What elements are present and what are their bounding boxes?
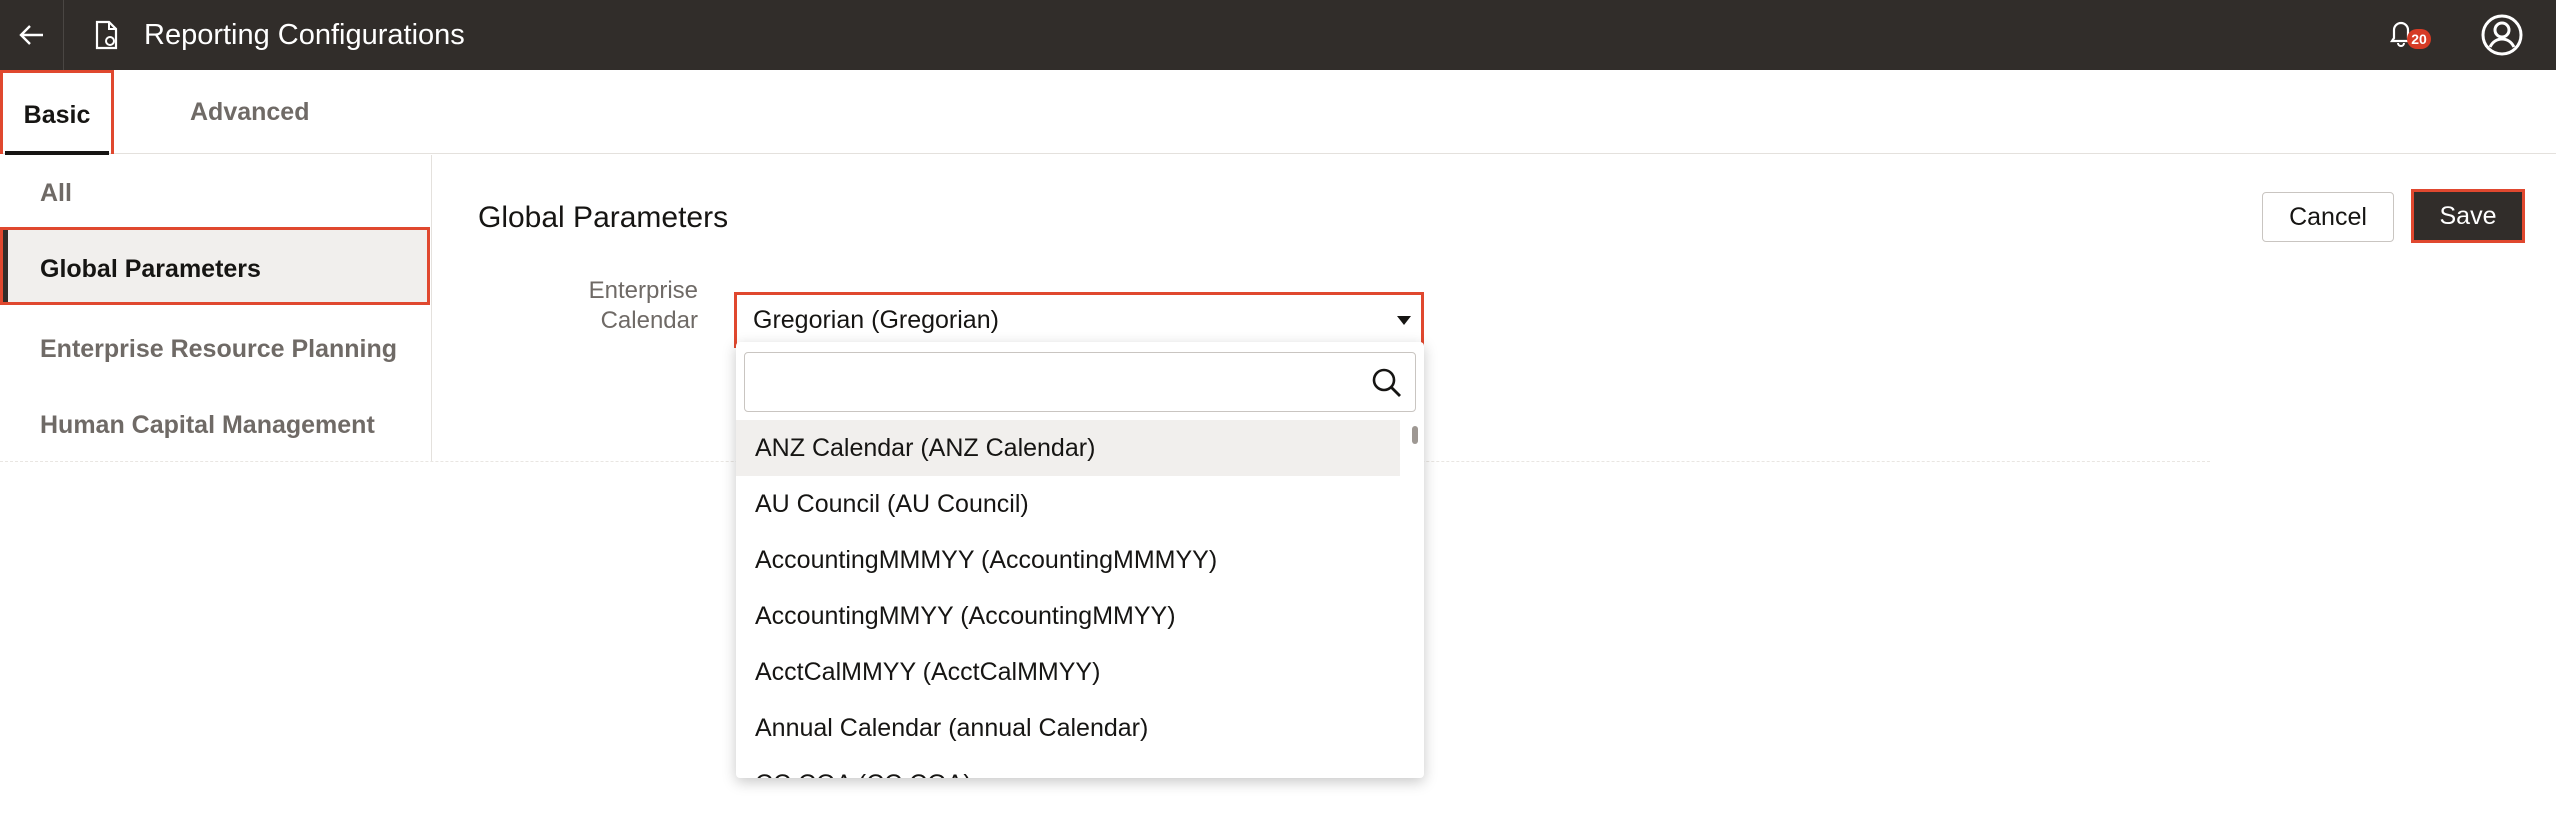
dropdown-search[interactable] [744,352,1416,412]
field-label-line1: Enterprise [588,277,698,304]
caret-down-icon[interactable] [1397,316,1411,325]
nav-item-enterprise-resource-planning[interactable]: Enterprise Resource Planning [0,311,432,387]
select-value: Gregorian (Gregorian) [753,306,999,334]
dropdown-option[interactable]: Annual Calendar (annual Calendar) [736,700,1400,756]
cancel-button[interactable]: Cancel [2262,192,2394,242]
enterprise-calendar-label: Enterprise Calendar [500,276,698,336]
document-settings-icon [95,20,118,50]
dropdown-search-input[interactable] [755,361,1355,403]
dropdown-option[interactable]: CC COA (CC COA) [736,756,1400,778]
dropdown-option[interactable]: ANZ Calendar (ANZ Calendar) [736,420,1400,476]
tab-advanced[interactable]: Advanced [190,70,309,154]
app-header: Reporting Configurations 20 [0,0,2556,70]
dropdown-option[interactable]: AccountingMMMYY (AccountingMMMYY) [736,532,1400,588]
category-nav: All Global Parameters Enterprise Resourc… [0,155,432,461]
field-label-line2: Calendar [600,307,698,334]
tab-basic[interactable]: Basic [0,70,114,155]
dropdown-scrollbar[interactable] [1412,426,1418,444]
page-title: Reporting Configurations [144,19,465,51]
section-title: Global Parameters [478,201,729,234]
nav-item-human-capital-management[interactable]: Human Capital Management [0,387,432,463]
back-button[interactable] [0,0,64,70]
notification-badge: 20 [2407,29,2431,49]
calendar-dropdown: ANZ Calendar (ANZ Calendar) AU Council (… [736,342,1424,778]
dropdown-option[interactable]: AcctCalMMYY (AcctCalMMYY) [736,644,1400,700]
dropdown-option[interactable]: AU Council (AU Council) [736,476,1400,532]
nav-item-all[interactable]: All [0,155,432,231]
dropdown-options: ANZ Calendar (ANZ Calendar) AU Council (… [736,420,1400,778]
arrow-left-icon [18,25,43,45]
search-icon [1372,368,1401,397]
nav-item-global-parameters[interactable]: Global Parameters [0,227,430,305]
user-avatar-icon[interactable] [2480,13,2524,57]
enterprise-calendar-select[interactable]: Gregorian (Gregorian) [734,292,1424,348]
tab-bar: Basic Advanced [0,70,2556,155]
save-button[interactable]: Save [2411,189,2525,243]
dropdown-option[interactable]: AccountingMMYY (AccountingMMYY) [736,588,1400,644]
